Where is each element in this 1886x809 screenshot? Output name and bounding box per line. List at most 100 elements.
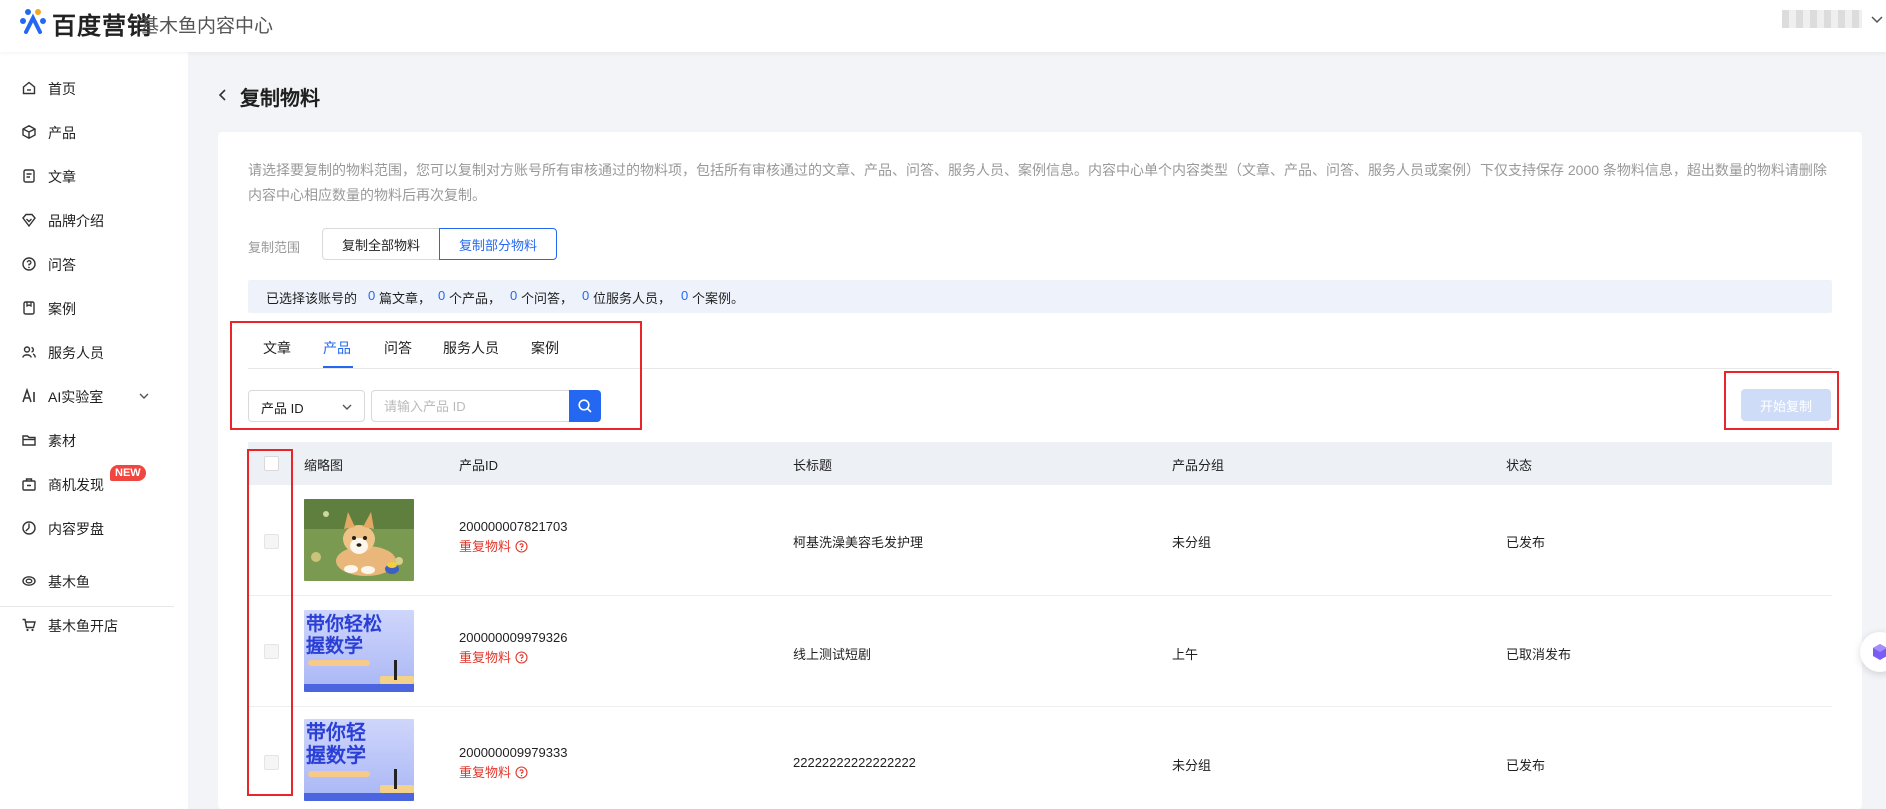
sidebar-item-label: 基木鱼	[48, 574, 90, 590]
banner-text: 握数学	[306, 634, 363, 657]
select-all-checkbox[interactable]	[264, 456, 279, 471]
summary-articles-unit: 篇文章，	[379, 291, 432, 306]
table-row[interactable]: 带你轻松 握数学 200000009979326 重复物料 线上测试短剧 上午 …	[248, 597, 1832, 707]
help-circle-icon[interactable]	[515, 766, 528, 779]
sidebar-item-jimuyu-shop[interactable]: 基木鱼开店	[0, 605, 188, 645]
sidebar: 首页 产品 文章 品牌介绍 问答 案例 服务人员 AI实验室 素材 商机发现 内…	[0, 52, 188, 809]
row-checkbox[interactable]	[264, 644, 279, 659]
long-title: 22222222222222222	[793, 755, 916, 770]
summary-staff-count: 0	[582, 288, 590, 303]
page-description: 请选择要复制的物料范围，您可以复制对方账号所有审核通过的物料项，包括所有审核通过…	[248, 162, 1827, 203]
sidebar-item-label: 案例	[48, 301, 76, 317]
summary-products-count: 0	[438, 288, 446, 303]
sidebar-item-materials[interactable]: 素材	[0, 420, 188, 460]
corgi-puppy-image	[304, 499, 414, 581]
sidebar-item-cases[interactable]: 案例	[0, 288, 188, 328]
sidebar-item-jimuyu[interactable]: 基木鱼	[0, 561, 188, 601]
copy-partial-button[interactable]: 复制部分物料	[439, 228, 557, 260]
sidebar-item-articles[interactable]: 文章	[0, 156, 188, 196]
sidebar-item-label: 内容罗盘	[48, 521, 104, 537]
sidebar-item-staff[interactable]: 服务人员	[0, 332, 188, 372]
product-group: 未分组	[1172, 758, 1212, 773]
column-header-product-id: 产品ID	[459, 458, 499, 473]
people-icon	[22, 346, 36, 358]
selection-summary: 已选择该账号的 0 篇文章， 0 个产品， 0 个问答， 0 位服务人员， 0 …	[248, 280, 1832, 313]
chevron-down-icon[interactable]	[137, 389, 151, 403]
summary-cases-unit: 个案例。	[692, 291, 745, 306]
product-status: 已发布	[1506, 535, 1546, 550]
sidebar-item-qa[interactable]: 问答	[0, 244, 188, 284]
logo-text[interactable]: 百度营销	[52, 6, 152, 41]
duplicate-label: 重复物料	[459, 650, 512, 665]
sidebar-item-compass[interactable]: 内容罗盘	[0, 508, 188, 548]
search-type-value: 产品 ID	[261, 401, 304, 416]
help-circle-icon[interactable]	[515, 651, 528, 664]
math-course-banner-image: 带你轻松 握数学	[304, 610, 414, 692]
row-checkbox[interactable]	[264, 534, 279, 549]
product-id: 200000009979333	[459, 745, 568, 760]
search-icon	[578, 399, 592, 413]
column-header-thumbnail: 缩略图	[304, 458, 344, 473]
baidu-marketing-logo-icon[interactable]	[18, 6, 48, 36]
chevron-down-icon[interactable]	[1868, 10, 1886, 28]
product-group: 未分组	[1172, 535, 1212, 550]
product-id-search-input[interactable]	[371, 390, 569, 422]
sidebar-item-label: 素材	[48, 433, 76, 449]
sidebar-divider	[0, 606, 174, 607]
sidebar-item-label: 问答	[48, 257, 76, 273]
copy-all-button[interactable]: 复制全部物料	[322, 228, 440, 260]
column-header-status: 状态	[1506, 458, 1533, 473]
chevron-down-icon	[342, 404, 352, 410]
tab-products[interactable]: 产品	[323, 338, 351, 358]
table-row[interactable]: 带你轻 握数学 200000009979333 重复物料 22222222222…	[248, 707, 1832, 809]
sidebar-item-brand[interactable]: 品牌介绍	[0, 200, 188, 240]
back-arrow-icon[interactable]	[216, 88, 230, 102]
tab-articles[interactable]: 文章	[263, 338, 291, 358]
help-circle-icon[interactable]	[515, 540, 528, 553]
product-id: 200000007821703	[459, 519, 568, 534]
summary-prefix: 已选择该账号的	[266, 291, 358, 306]
summary-staff-unit: 位服务人员，	[593, 291, 672, 306]
copy-scope-label: 复制范围	[248, 240, 301, 255]
column-header-long-title: 长标题	[793, 458, 833, 473]
sidebar-item-home[interactable]: 首页	[0, 68, 188, 108]
tab-qa[interactable]: 问答	[384, 338, 412, 358]
table-header: 缩略图 产品ID 长标题 产品分组 状态	[248, 442, 1832, 485]
tabs-divider	[248, 368, 1832, 369]
sidebar-item-label: 首页	[48, 81, 76, 97]
sidebar-item-ai-lab[interactable]: AI实验室	[0, 376, 188, 416]
sidebar-item-opportunity[interactable]: 商机发现	[0, 464, 188, 504]
cube-icon	[1873, 644, 1886, 660]
tab-cases[interactable]: 案例	[531, 338, 559, 358]
summary-qa-unit: 个问答，	[521, 291, 574, 306]
summary-qa-count: 0	[510, 288, 518, 303]
tab-staff[interactable]: 服务人员	[443, 338, 499, 358]
new-badge: NEW	[110, 465, 146, 481]
search-button[interactable]	[569, 390, 601, 422]
duplicate-material-tag: 重复物料	[459, 647, 528, 666]
row-checkbox[interactable]	[264, 755, 279, 770]
app-subtitle: 基木鱼内容中心	[140, 16, 274, 37]
summary-cases-count: 0	[681, 288, 689, 303]
long-title: 线上测试短剧	[793, 647, 872, 662]
diamond-icon	[22, 213, 36, 228]
box-icon	[22, 125, 36, 139]
search-type-select[interactable]: 产品 ID	[248, 390, 365, 422]
product-thumbnail	[304, 499, 414, 581]
product-group: 上午	[1172, 647, 1199, 662]
home-icon	[22, 81, 36, 95]
start-copy-button[interactable]: 开始复制	[1741, 389, 1831, 421]
folder-icon	[22, 435, 36, 446]
table-row[interactable]: 200000007821703 重复物料 柯基洗澡美容毛发护理 未分组 已发布	[248, 486, 1832, 596]
sidebar-item-label: 品牌介绍	[48, 213, 104, 229]
floating-assistant-button[interactable]	[1860, 632, 1886, 672]
top-header: 百度营销 基木鱼内容中心	[0, 0, 1886, 52]
column-header-group: 产品分组	[1172, 458, 1225, 473]
sidebar-item-label: 基木鱼开店	[48, 618, 118, 634]
duplicate-material-tag: 重复物料	[459, 762, 528, 781]
sidebar-item-products[interactable]: 产品	[0, 112, 188, 152]
sidebar-item-label: 商机发现	[48, 477, 104, 493]
user-account-name[interactable]	[1782, 10, 1862, 28]
question-icon	[22, 257, 36, 271]
summary-products-unit: 个产品，	[449, 291, 502, 306]
